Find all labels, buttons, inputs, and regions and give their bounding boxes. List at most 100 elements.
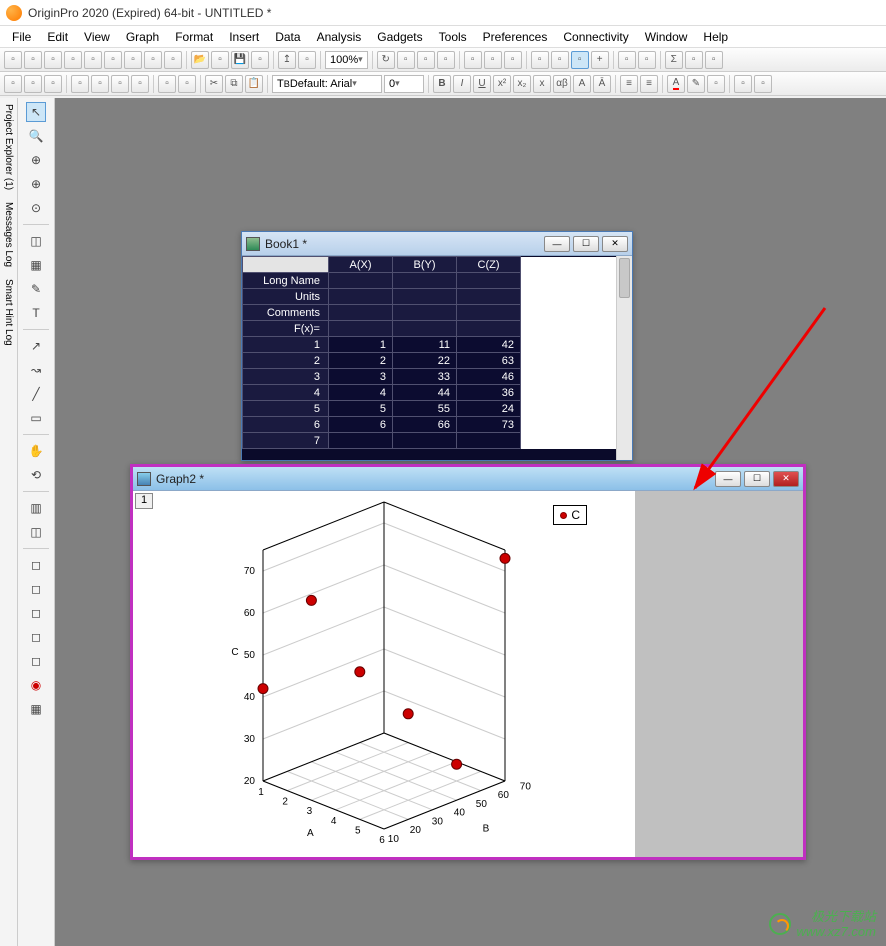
- text-tool-icon[interactable]: T: [26, 303, 46, 323]
- greek-icon[interactable]: αβ: [553, 75, 571, 93]
- code-icon[interactable]: ▫: [417, 51, 435, 69]
- reader-tool-icon[interactable]: ⊕: [26, 150, 46, 170]
- cell[interactable]: 2: [329, 353, 393, 369]
- cell[interactable]: 36: [457, 385, 521, 401]
- lock-icon[interactable]: ▫: [638, 51, 656, 69]
- pan-tool-icon[interactable]: ✋: [26, 441, 46, 461]
- align2-icon[interactable]: ≡: [640, 75, 658, 93]
- line-tool-icon[interactable]: ╱: [26, 384, 46, 404]
- refresh-icon[interactable]: ↻: [377, 51, 395, 69]
- graph2-window[interactable]: Graph2 * — ☐ ✕ 1 C 203040506070C12345610…: [130, 464, 806, 860]
- minimize-button[interactable]: —: [715, 471, 741, 487]
- row-header[interactable]: F(x)=: [243, 321, 329, 337]
- cell[interactable]: 73: [457, 417, 521, 433]
- function-icon[interactable]: ▫: [164, 51, 182, 69]
- fontsize-combo[interactable]: 0 ▾: [384, 75, 424, 93]
- cell[interactable]: 44: [393, 385, 457, 401]
- save-template-icon[interactable]: ▫: [251, 51, 269, 69]
- new-table-tool-icon[interactable]: ▦: [26, 699, 46, 719]
- region-tool-icon[interactable]: ▥: [26, 498, 46, 518]
- rotate-tool-icon[interactable]: ⟲: [26, 465, 46, 485]
- supersub-icon[interactable]: x: [533, 75, 551, 93]
- cell[interactable]: 1: [329, 337, 393, 353]
- add-top-tool-icon[interactable]: ◻: [26, 603, 46, 623]
- curved-arrow-tool-icon[interactable]: ↝: [26, 360, 46, 380]
- col-a[interactable]: A(X): [329, 257, 393, 273]
- duplicate-icon[interactable]: ▫: [397, 51, 415, 69]
- align-icon[interactable]: ≡: [620, 75, 638, 93]
- row2-icon[interactable]: ▫: [178, 75, 196, 93]
- math-icon[interactable]: ▫: [705, 51, 723, 69]
- row-header[interactable]: 2: [243, 353, 329, 369]
- ws2-icon[interactable]: ▫: [44, 75, 62, 93]
- overline-icon[interactable]: Ā: [593, 75, 611, 93]
- arrow-tool-icon[interactable]: ↗: [26, 336, 46, 356]
- col-right-icon[interactable]: ▫: [131, 75, 149, 93]
- extract-tool-icon[interactable]: ◻: [26, 651, 46, 671]
- line-color-icon[interactable]: ✎: [687, 75, 705, 93]
- row-header[interactable]: Long Name: [243, 273, 329, 289]
- cell[interactable]: 24: [457, 401, 521, 417]
- row-header[interactable]: Comments: [243, 305, 329, 321]
- minimize-button[interactable]: —: [544, 236, 570, 252]
- col-b[interactable]: B(Y): [393, 257, 457, 273]
- worksheet-table[interactable]: A(X) B(Y) C(Z) Long NameUnitsCommentsF(x…: [242, 256, 632, 449]
- row-header[interactable]: Units: [243, 289, 329, 305]
- menu-edit[interactable]: Edit: [39, 28, 76, 46]
- tab-messages-log[interactable]: Messages Log: [3, 202, 14, 267]
- open-template-icon[interactable]: ▫: [211, 51, 229, 69]
- cell[interactable]: 46: [457, 369, 521, 385]
- add-icon[interactable]: +: [591, 51, 609, 69]
- col-del-icon[interactable]: ▫: [91, 75, 109, 93]
- menu-file[interactable]: File: [4, 28, 39, 46]
- color-scale-tool-icon[interactable]: ◉: [26, 675, 46, 695]
- close-button[interactable]: ✕: [773, 471, 799, 487]
- maximize-button[interactable]: ☐: [573, 236, 599, 252]
- menu-insert[interactable]: Insert: [221, 28, 267, 46]
- selection-tool-icon[interactable]: ◫: [26, 231, 46, 251]
- cell[interactable]: 33: [393, 369, 457, 385]
- cursor-tool-icon[interactable]: ⊙: [26, 198, 46, 218]
- menu-analysis[interactable]: Analysis: [309, 28, 370, 46]
- cell[interactable]: 6: [329, 417, 393, 433]
- transfer-icon[interactable]: ▫: [618, 51, 636, 69]
- cell[interactable]: 11: [393, 337, 457, 353]
- new-graph-icon[interactable]: ▫: [84, 51, 102, 69]
- import-icon[interactable]: ↥: [278, 51, 296, 69]
- menu-data[interactable]: Data: [267, 28, 308, 46]
- digitize-icon[interactable]: ▫: [484, 51, 502, 69]
- new-project-icon[interactable]: ▫: [4, 51, 22, 69]
- plot-area[interactable]: 1 C 203040506070C12345610203040506070AB: [133, 491, 635, 857]
- cell[interactable]: 66: [393, 417, 457, 433]
- recalc-icon[interactable]: ▫: [551, 51, 569, 69]
- open-icon[interactable]: 📂: [191, 51, 209, 69]
- notes-icon[interactable]: ▫: [144, 51, 162, 69]
- cell[interactable]: [457, 433, 521, 449]
- font-color-icon[interactable]: A: [667, 75, 685, 93]
- stats-icon[interactable]: Σ: [665, 51, 683, 69]
- col-c[interactable]: C(Z): [457, 257, 521, 273]
- batch-icon[interactable]: ▫: [531, 51, 549, 69]
- save-icon[interactable]: 💾: [231, 51, 249, 69]
- video-icon[interactable]: ▫: [504, 51, 522, 69]
- superscript-icon[interactable]: x²: [493, 75, 511, 93]
- menu-graph[interactable]: Graph: [118, 28, 167, 46]
- book1-titlebar[interactable]: Book1 * — ☐ ✕: [242, 232, 632, 256]
- mask-tool-icon[interactable]: ▦: [26, 255, 46, 275]
- subscript-icon[interactable]: x₂: [513, 75, 531, 93]
- cell[interactable]: [393, 433, 457, 449]
- new-workbook-icon[interactable]: ▫: [44, 51, 62, 69]
- cell[interactable]: 63: [457, 353, 521, 369]
- col-corner[interactable]: [243, 257, 329, 273]
- slideshow-icon[interactable]: ▫: [437, 51, 455, 69]
- menu-connectivity[interactable]: Connectivity: [555, 28, 636, 46]
- add-col-icon[interactable]: ▫: [24, 75, 42, 93]
- bold-icon[interactable]: B: [433, 75, 451, 93]
- fill-color-icon[interactable]: ▫: [707, 75, 725, 93]
- cell[interactable]: 4: [329, 385, 393, 401]
- row-header[interactable]: 6: [243, 417, 329, 433]
- app-icon[interactable]: ▫: [464, 51, 482, 69]
- gradient-icon[interactable]: ▫: [754, 75, 772, 93]
- cut-icon[interactable]: ✂: [205, 75, 223, 93]
- italic-icon[interactable]: I: [453, 75, 471, 93]
